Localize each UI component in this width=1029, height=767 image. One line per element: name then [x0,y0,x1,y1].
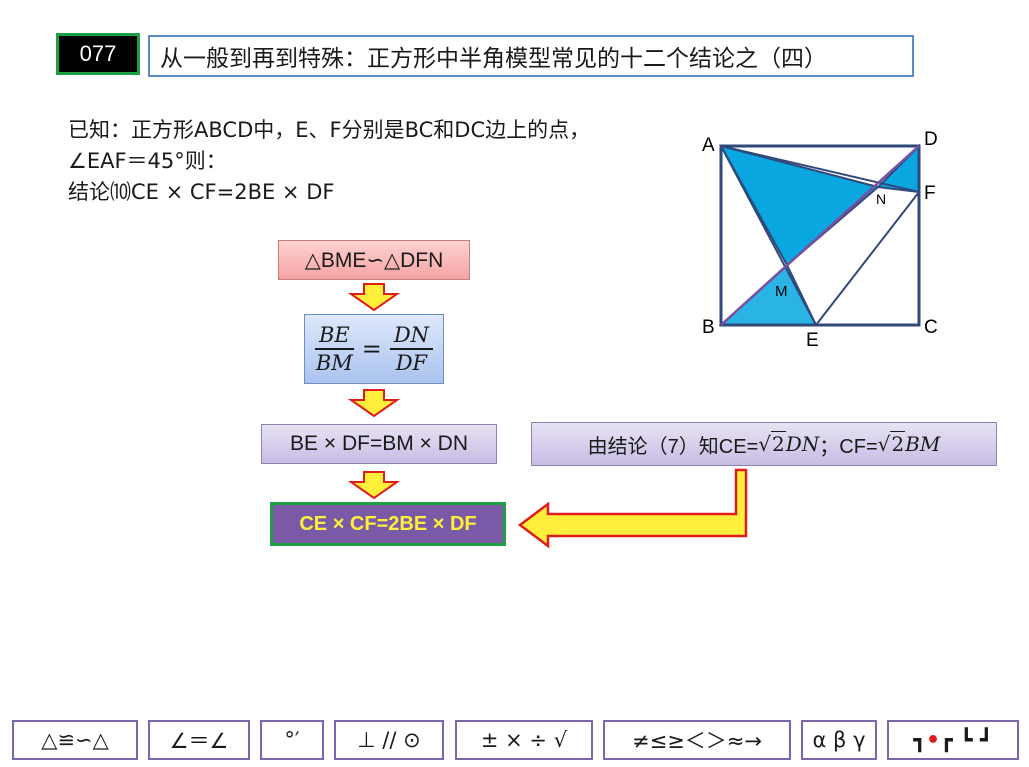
reference-conclusion-box: 由结论（7）知CE= √2 DN ；CF= √2 BM [531,422,997,466]
given-line-3: 结论⑽CE × CF=2BE × DF [68,180,335,204]
reference-var-dn: DN [785,432,820,456]
geometry-diagram: A D F N M B E C [702,129,938,351]
fraction-numerator: BE [314,323,354,350]
sqrt-radicand: 2 [890,431,906,456]
fraction-denominator: BM [315,351,353,375]
label-b: B [702,317,715,338]
toolbar-comparison-symbols[interactable]: ≠≤≥＜＞≈→ [603,720,791,760]
label-e: E [806,330,819,351]
given-line-2: ∠EAF＝45°则： [68,149,227,173]
reference-var-bm: BM [905,432,941,456]
down-arrow-1 [347,283,401,312]
label-f: F [924,183,936,204]
reference-separator: ；CF= [819,435,878,458]
equals-sign: = [361,335,382,363]
slide-title: 从一般到再到特殊：正方形中半角模型常见的十二个结论之（四） [148,35,914,77]
triangle-b-m-e [718,263,818,326]
label-c: C [924,317,938,338]
label-n: N [876,191,886,207]
down-arrow-2 [347,389,401,418]
toolbar-corner-symbols[interactable]: ┓ • ┏ ┗ ┛ [887,720,1019,760]
toolbar-angle-symbols[interactable]: ∠＝∠ [148,720,250,760]
fraction-dn-df: DN DF [389,323,434,375]
bent-arrow-to-result [517,468,748,549]
sqrt-radicand: 2 [771,431,786,456]
result-conclusion-box: CE × CF=2BE × DF [270,502,506,546]
given-line-1: 已知：正方形ABCD中，E、F分别是BC和DC边上的点， [68,118,591,142]
toolbar-congruence-symbols[interactable]: △≌∽△ [12,720,138,760]
label-d: D [924,129,938,150]
fraction-denominator: DF [395,351,428,375]
red-dot-icon: • [926,727,941,753]
product-equation-box: BE × DF=BM × DN [261,424,497,464]
ratio-box: BE BM = DN DF [304,314,444,384]
label-m: M [775,283,788,300]
reference-prefix: 由结论（7）知CE= [587,435,759,458]
toolbar-greek-symbols[interactable]: α β γ [801,720,877,760]
label-a: A [702,135,715,156]
sqrt-symbol: √2 [758,431,786,456]
fraction-be-bm: BE BM [314,323,354,375]
slide-number-badge: 077 [56,33,140,75]
toolbar-geometry-symbols[interactable]: ⊥ // ⊙ [334,720,444,760]
corner-right-symbols: ┏ ┗ ┛ [940,728,993,752]
toolbar-degree-symbols[interactable]: °′ [260,720,324,760]
corner-left-symbol: ┓ [913,728,927,752]
similar-triangles-box: △BME∽△DFN [278,240,470,280]
fraction-numerator: DN [389,323,434,350]
toolbar-operator-symbols[interactable]: ± × ÷ √ [455,720,593,760]
down-arrow-3 [347,471,401,500]
sqrt-symbol: √2 [877,431,906,456]
